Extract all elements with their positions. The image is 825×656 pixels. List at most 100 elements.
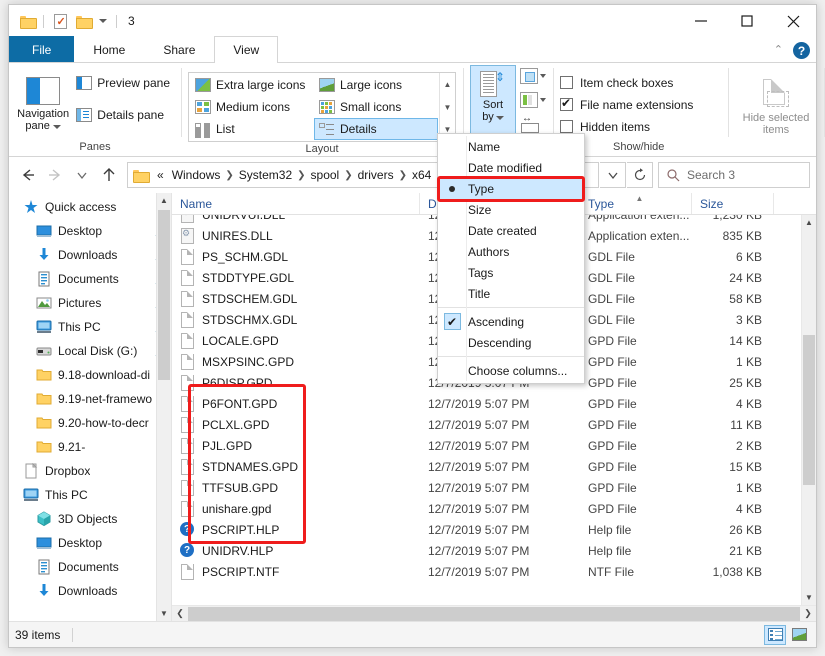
nav-item-9-21[interactable]: 9.21-: [9, 435, 171, 459]
add-columns-dropdown-icon[interactable]: [540, 98, 546, 102]
menu-item-name[interactable]: Name: [438, 136, 584, 157]
up-button[interactable]: [96, 162, 122, 188]
refresh-icon[interactable]: [627, 162, 653, 188]
nav-item-downloads[interactable]: Downloads📌: [9, 243, 171, 267]
tab-home[interactable]: Home: [74, 36, 144, 62]
table-row[interactable]: PSCRIPT.HLP 12/7/2019 5:07 PM Help file 26 …: [172, 519, 816, 540]
sort-by-button[interactable]: ⇕ Sort by: [470, 65, 516, 141]
menu-item-date-modified[interactable]: Date modified: [438, 157, 584, 178]
add-columns-button[interactable]: [520, 89, 546, 111]
nav-item-pictures[interactable]: Pictures📌: [9, 291, 171, 315]
layout-small-icons[interactable]: Small icons: [314, 96, 438, 118]
recent-locations-button[interactable]: [69, 162, 95, 188]
tab-view[interactable]: View: [214, 36, 279, 63]
menu-item-authors[interactable]: Authors: [438, 241, 584, 262]
menu-item-descending[interactable]: Descending: [438, 332, 584, 353]
nav-scroll-thumb[interactable]: [158, 210, 170, 380]
table-row[interactable]: unishare.gpd 12/7/2019 5:07 PM GPD File 4 K…: [172, 498, 816, 519]
layout-medium-icons[interactable]: Medium icons: [190, 96, 314, 118]
file-name-extensions-option[interactable]: File name extensions: [560, 94, 693, 116]
file-list-scrollbar[interactable]: ▲ ▼: [801, 215, 816, 605]
nav-item-9-20-how-to-decr[interactable]: 9.20-how-to-decr: [9, 411, 171, 435]
menu-item-ascending[interactable]: ✔ Ascending: [438, 311, 584, 332]
nav-item-downloads[interactable]: Downloads: [9, 579, 171, 603]
table-row[interactable]: UNIDRV.HLP 12/7/2019 5:07 PM Help file 21 K…: [172, 540, 816, 561]
layout-large-icons[interactable]: Large icons: [314, 74, 438, 96]
minimize-button[interactable]: [678, 5, 724, 37]
close-button[interactable]: [770, 5, 816, 37]
breadcrumb-item-windows[interactable]: Windows: [168, 168, 225, 182]
size-all-columns-button[interactable]: [520, 113, 546, 135]
nav-item-this-pc[interactable]: This PC: [9, 483, 171, 507]
customize-quick-access-dropdown-icon[interactable]: [96, 11, 110, 31]
menu-item-title[interactable]: Title: [438, 283, 584, 304]
nav-item-dropbox[interactable]: Dropbox: [9, 459, 171, 483]
column-header-size[interactable]: Size: [692, 193, 774, 214]
forward-button[interactable]: [42, 162, 68, 188]
breadcrumb-separator-icon[interactable]: ❯: [296, 170, 306, 181]
item-check-boxes-checkbox[interactable]: [560, 76, 573, 89]
table-row[interactable]: PCLXL.GPD 12/7/2019 5:07 PM GPD File 11 KB: [172, 414, 816, 435]
navigation-pane-scrollbar[interactable]: ▲ ▼: [156, 193, 171, 621]
table-row[interactable]: TTFSUB.GPD 12/7/2019 5:07 PM GPD File 1 KB: [172, 477, 816, 498]
navigation-pane-button[interactable]: Navigation pane: [16, 74, 70, 132]
breadcrumb-separator-icon[interactable]: ❯: [224, 170, 234, 181]
folder-icon[interactable]: [17, 11, 37, 31]
nav-item-9-18-download-di[interactable]: 9.18-download-di: [9, 363, 171, 387]
nav-item-local-disk-g[interactable]: Local Disk (G:)📌: [9, 339, 171, 363]
column-header-type[interactable]: ▲ Type: [580, 193, 692, 214]
maximize-button[interactable]: [724, 5, 770, 37]
list-scroll-up-icon[interactable]: ▲: [802, 215, 816, 230]
gallery-scroll-up-icon[interactable]: ▲: [440, 73, 455, 96]
address-dropdown-icon[interactable]: [600, 162, 626, 188]
thumbnail-view-button[interactable]: [788, 625, 810, 645]
layout-details[interactable]: Details: [314, 118, 438, 140]
list-scroll-down-icon[interactable]: ▼: [802, 590, 816, 605]
table-row[interactable]: P6FONT.GPD 12/7/2019 5:07 PM GPD File 4 KB: [172, 393, 816, 414]
menu-item-choose-columns[interactable]: Choose columns...: [438, 360, 584, 381]
nav-item-3d-objects[interactable]: 3D Objects: [9, 507, 171, 531]
menu-item-date-created[interactable]: Date created: [438, 220, 584, 241]
tab-share[interactable]: Share: [144, 36, 214, 62]
group-by-button[interactable]: [520, 65, 546, 87]
help-icon[interactable]: ?: [793, 42, 810, 59]
breadcrumb-item-spool[interactable]: spool: [307, 168, 344, 182]
menu-item-type[interactable]: Type: [438, 178, 584, 199]
nav-item-9-19-net-framewo[interactable]: 9.19-net-framewo: [9, 387, 171, 411]
breadcrumb-separator-icon[interactable]: ❯: [398, 170, 408, 181]
table-row[interactable]: PSCRIPT.NTF 12/7/2019 5:07 PM NTF File 1,03…: [172, 561, 816, 582]
details-view-button[interactable]: [764, 624, 786, 645]
breadcrumb-item-system32[interactable]: System32: [235, 168, 296, 182]
nav-scroll-up-icon[interactable]: ▲: [157, 193, 171, 208]
back-button[interactable]: [15, 162, 41, 188]
menu-item-size[interactable]: Size: [438, 199, 584, 220]
breadcrumb-item-x64[interactable]: x64: [408, 168, 435, 182]
properties-icon[interactable]: ✓: [50, 11, 70, 31]
menu-item-tags[interactable]: Tags: [438, 262, 584, 283]
layout-list[interactable]: List: [190, 118, 314, 140]
table-row[interactable]: PJL.GPD 12/7/2019 5:07 PM GPD File 2 KB: [172, 435, 816, 456]
breadcrumb-separator-icon[interactable]: ❯: [343, 170, 353, 181]
layout-gallery-scrollbar[interactable]: ▲ ▼ ▼: [439, 73, 455, 141]
hidden-items-checkbox[interactable]: [560, 120, 573, 133]
preview-pane-button[interactable]: Preview pane: [72, 72, 174, 94]
details-pane-button[interactable]: Details pane: [72, 104, 174, 126]
nav-item-desktop[interactable]: Desktop: [9, 531, 171, 555]
nav-item-documents[interactable]: Documents: [9, 555, 171, 579]
list-scroll-thumb[interactable]: [803, 335, 815, 485]
file-name-extensions-checkbox[interactable]: [560, 96, 573, 111]
file-list-horizontal-scrollbar[interactable]: ❮ ❯: [172, 605, 816, 621]
search-input[interactable]: Search 3: [658, 162, 810, 188]
breadcrumb-item-drivers[interactable]: drivers: [354, 168, 398, 182]
item-check-boxes-option[interactable]: Item check boxes: [560, 72, 673, 94]
layout-extra-large-icons[interactable]: Extra large icons: [190, 74, 314, 96]
nav-item-documents[interactable]: Documents📌: [9, 267, 171, 291]
column-header-name[interactable]: Name: [172, 193, 420, 214]
collapse-ribbon-icon[interactable]: ⌃: [774, 45, 783, 56]
hscroll-thumb[interactable]: [188, 606, 800, 621]
new-folder-icon[interactable]: [73, 11, 93, 31]
breadcrumb-overflow[interactable]: «: [153, 168, 168, 182]
hscroll-left-icon[interactable]: ❮: [172, 608, 188, 619]
nav-item-this-pc[interactable]: This PC📌: [9, 315, 171, 339]
tab-file[interactable]: File: [9, 36, 75, 62]
